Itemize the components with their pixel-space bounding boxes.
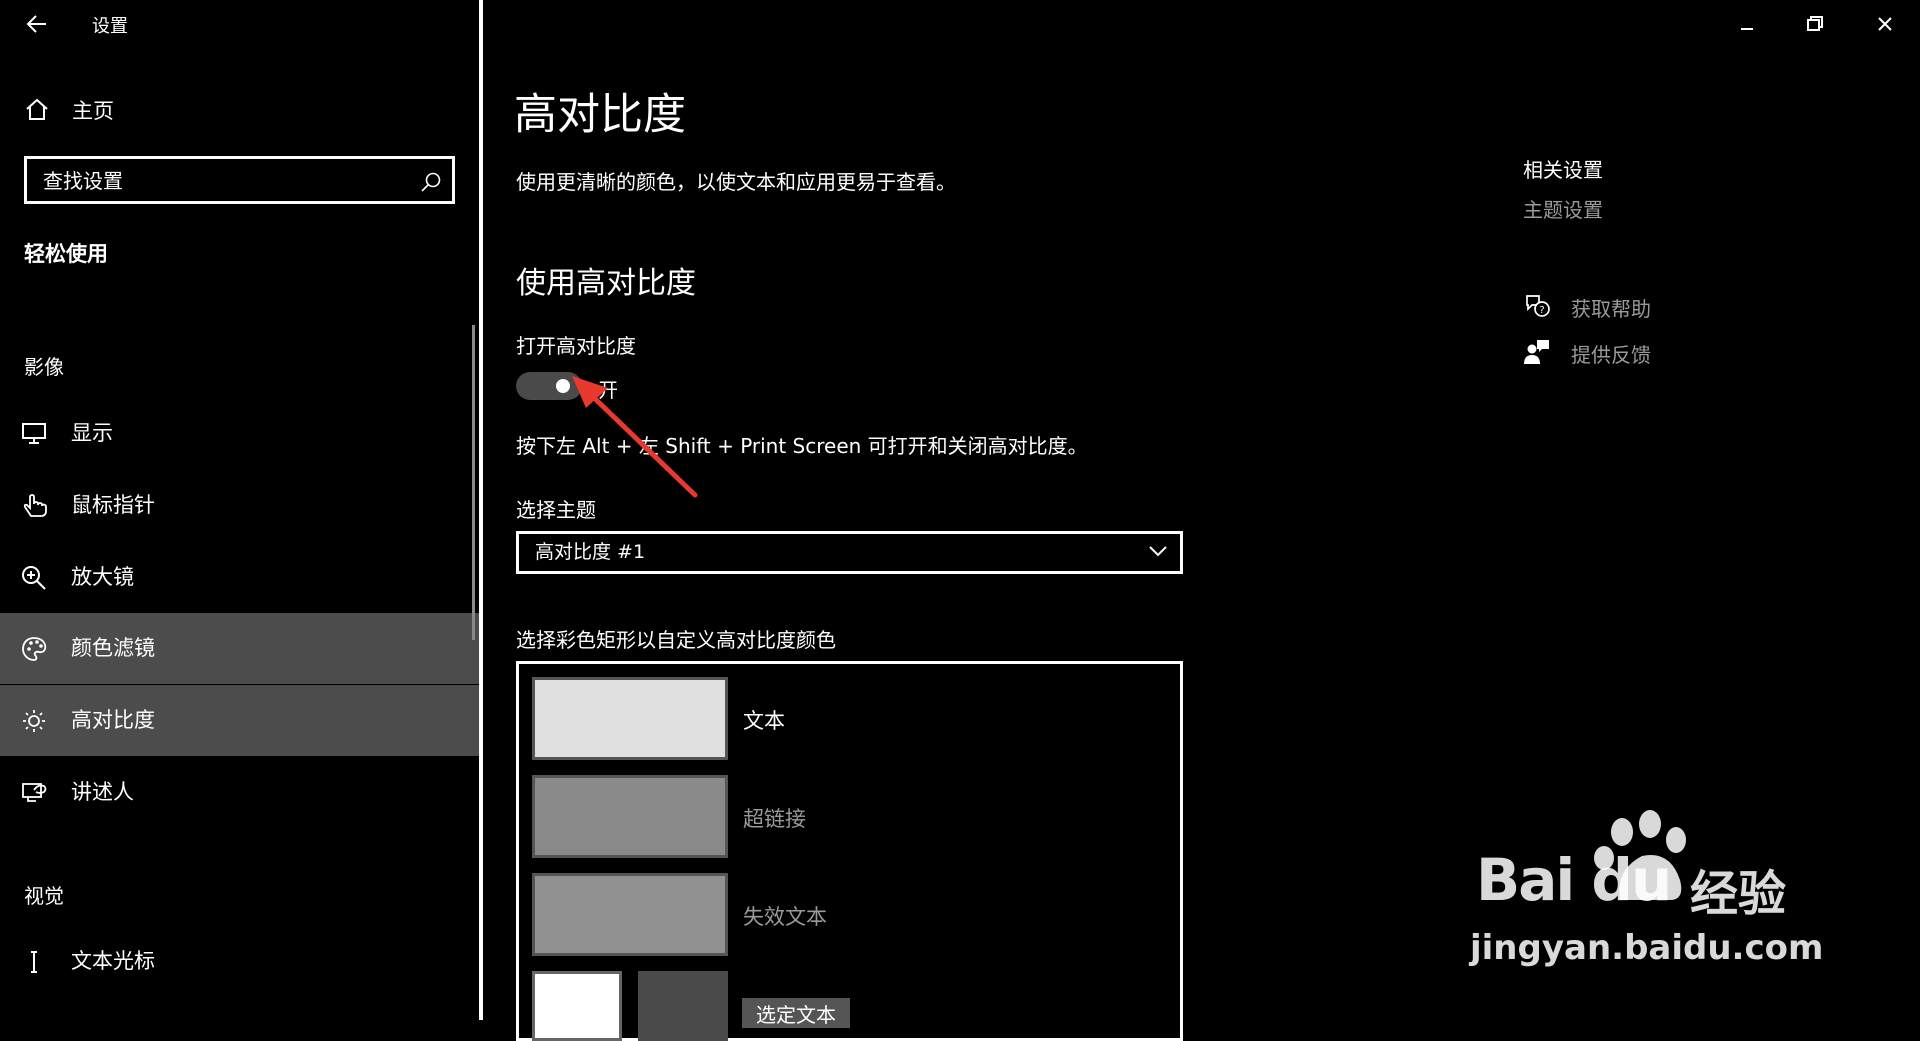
close-button[interactable] [1868, 10, 1902, 38]
sidebar-item-home[interactable]: 主页 [0, 88, 479, 132]
section-title: 使用高对比度 [516, 266, 696, 301]
minimize-icon [1741, 28, 1753, 30]
home-label: 主页 [72, 99, 114, 123]
palette-icon [22, 637, 47, 661]
search-box[interactable] [24, 156, 455, 204]
page-title: 高对比度 [514, 90, 686, 140]
swatch-label-text: 文本 [743, 709, 785, 733]
customize-label: 选择彩色矩形以自定义高对比度颜色 [516, 628, 836, 652]
watermark-brand: Bai du [1476, 846, 1672, 914]
sidebar-item-label: 讲述人 [71, 780, 134, 804]
watermark-url: jingyan.baidu.com [1470, 928, 1824, 968]
back-button[interactable] [20, 10, 54, 38]
window-title: 设置 [92, 16, 128, 37]
home-icon [26, 98, 48, 120]
sidebar-item-high-contrast[interactable]: 高对比度 [0, 685, 479, 756]
pointer-hand-icon [23, 494, 47, 517]
theme-settings-link[interactable]: 主题设置 [1523, 194, 1603, 223]
chevron-down-icon [1149, 546, 1167, 557]
help-chat-icon: ? [1526, 295, 1550, 317]
toggle-label: 打开高对比度 [516, 334, 636, 358]
feedback-link[interactable]: 提供反馈 [1523, 338, 1763, 368]
theme-dropdown[interactable]: 高对比度 #1 [516, 531, 1183, 574]
sidebar-item-mouse-pointer[interactable]: 鼠标指针 [0, 470, 479, 541]
selected-text-label: 选定文本 [742, 998, 850, 1028]
restore-icon [1807, 16, 1823, 31]
feedback-person-icon [1524, 340, 1549, 364]
search-input[interactable] [41, 165, 405, 197]
hyperlink-color-swatch[interactable] [532, 775, 728, 858]
sidebar-item-text-cursor[interactable]: 文本光标 [0, 926, 479, 997]
color-swatch-panel: 文本 超链接 失效文本 [516, 661, 1183, 1041]
related-settings-title: 相关设置 [1523, 158, 1603, 182]
sun-icon [23, 710, 45, 732]
sidebar-item-magnifier[interactable]: 放大镜 [0, 542, 479, 613]
sidebar-item-label: 高对比度 [71, 708, 155, 732]
sidebar-item-color-filters[interactable]: 颜色滤镜 [0, 613, 479, 684]
sidebar-divider [479, 0, 483, 1020]
feedback-label: 提供反馈 [1571, 343, 1651, 367]
magnifier-icon [22, 566, 46, 590]
selected-text-background-swatch[interactable] [638, 971, 728, 1041]
category-title: 轻松使用 [24, 242, 108, 266]
sidebar-item-narrator[interactable]: 讲述人 [0, 757, 479, 828]
get-help-link[interactable]: ? 获取帮助 [1523, 292, 1763, 322]
back-arrow-icon [26, 15, 46, 33]
narrator-icon [22, 783, 47, 802]
close-icon [1878, 17, 1892, 31]
text-color-swatch[interactable] [532, 677, 728, 760]
sidebar-item-label: 放大镜 [71, 565, 134, 589]
watermark-brand-cn: 经验 [1690, 866, 1787, 922]
section-title-imaging: 影像 [24, 355, 64, 379]
disabled-text-color-swatch[interactable] [532, 873, 728, 956]
monitor-icon [22, 423, 46, 444]
search-icon[interactable] [420, 171, 442, 193]
selected-text-foreground-swatch[interactable] [532, 971, 622, 1041]
annotation-arrow-icon [572, 376, 698, 498]
sidebar-item-display[interactable]: 显示 [0, 398, 479, 469]
sidebar-item-label: 显示 [71, 421, 113, 445]
sidebar-item-label: 鼠标指针 [71, 493, 155, 517]
sidebar-item-label: 文本光标 [71, 949, 155, 973]
svg-text:?: ? [1539, 305, 1544, 316]
text-cursor-icon [31, 951, 37, 973]
sidebar-scrollbar[interactable] [472, 325, 475, 640]
swatch-label-hyperlink: 超链接 [743, 807, 806, 831]
minimize-button[interactable] [1730, 10, 1764, 38]
theme-dropdown-value: 高对比度 #1 [535, 541, 646, 563]
baidu-watermark: Bai du 经验 jingyan.baidu.com [1470, 810, 1823, 980]
section-title-vision: 视觉 [24, 884, 64, 908]
sidebar-item-label: 颜色滤镜 [71, 636, 155, 660]
sidebar: 设置 主页 #sidebar input::placeholder{color:… [0, 0, 479, 1020]
page-description: 使用更清晰的颜色，以使文本和应用更易于查看。 [516, 170, 956, 194]
restore-button[interactable] [1798, 10, 1832, 38]
get-help-label: 获取帮助 [1571, 297, 1651, 321]
swatch-label-disabled-text: 失效文本 [743, 905, 827, 929]
